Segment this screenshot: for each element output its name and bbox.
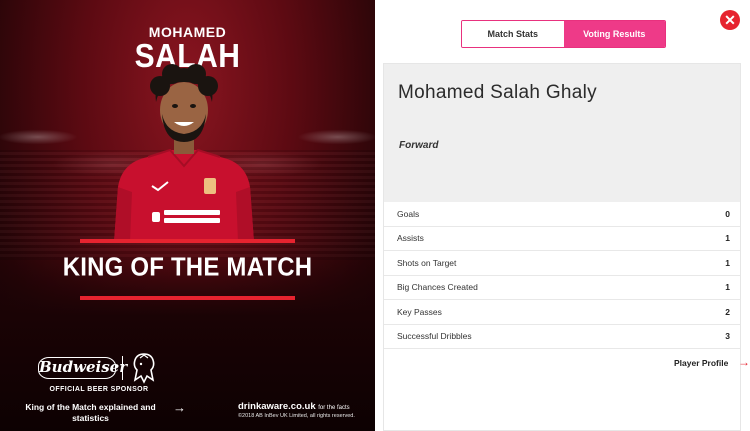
close-icon: ✕ [724, 12, 736, 28]
stat-label: Goals [397, 208, 420, 219]
kotm-explained-link[interactable]: King of the Match explained and statisti… [18, 402, 163, 424]
player-profile-link[interactable]: Player Profile [674, 358, 728, 368]
stat-label: Key Passes [397, 306, 442, 317]
king-of-the-match-panel: MOHAMED SALAH KING OF THE MATCH Budweise… [0, 0, 375, 431]
stat-value: 1 [725, 233, 730, 244]
title-divider-bottom [80, 296, 295, 300]
sponsor-divider [122, 356, 123, 380]
stat-row: Shots on Target 1 [384, 251, 740, 276]
king-of-the-match-title: KING OF THE MATCH [62, 252, 313, 283]
player-full-name: Mohamed Salah Ghaly [398, 82, 597, 103]
player-position: Forward [399, 140, 439, 151]
copyright-notice: ©2018 AB InBev UK Limited, all rights re… [238, 413, 355, 419]
budweiser-logo: Budweiser [38, 357, 127, 379]
stat-value: 0 [725, 208, 730, 219]
stat-row: Big Chances Created 1 [384, 275, 740, 300]
arrow-right-icon[interactable]: → [173, 400, 186, 415]
official-beer-sponsor-label: OFFICIAL BEER SPONSOR [49, 386, 149, 393]
stat-value: 2 [725, 306, 730, 317]
player-header: Mohamed Salah Ghaly Forward [384, 64, 740, 202]
stat-label: Assists [397, 233, 424, 244]
player-photo [114, 64, 254, 242]
stat-value: 1 [725, 257, 730, 268]
player-stats-card: Mohamed Salah Ghaly Forward Goals 0 Assi… [383, 63, 750, 431]
drinkaware-suffix: for the facts [318, 405, 350, 411]
stat-row: Assists 1 [384, 226, 740, 251]
tab-match-stats[interactable]: Match Stats [462, 21, 564, 47]
stat-label: Big Chances Created [397, 282, 478, 293]
stats-panel: Match Stats Voting Results ✕ Mohamed Sal… [375, 0, 750, 431]
arrow-right-icon[interactable]: → [738, 355, 750, 369]
stats-list: Goals 0 Assists 1 Shots on Target 1 Big … [384, 202, 740, 349]
stat-row: Goals 0 [384, 202, 740, 227]
stat-row: Key Passes 2 [384, 300, 740, 325]
title-divider-top [80, 239, 295, 243]
premier-league-lion-icon [133, 353, 155, 384]
stat-value: 1 [725, 282, 730, 293]
stat-value: 3 [725, 331, 730, 342]
stat-row: Successful Dribbles 3 [384, 324, 740, 349]
stat-label: Successful Dribbles [397, 331, 472, 342]
stat-label: Shots on Target [397, 257, 457, 268]
drinkaware-link[interactable]: drinkaware.co.uk for the facts [238, 401, 350, 412]
close-button[interactable]: ✕ [720, 10, 740, 30]
tab-voting-results[interactable]: Voting Results [563, 21, 665, 47]
stats-tabs: Match Stats Voting Results [461, 20, 666, 48]
drinkaware-url[interactable]: drinkaware.co.uk [238, 401, 316, 412]
